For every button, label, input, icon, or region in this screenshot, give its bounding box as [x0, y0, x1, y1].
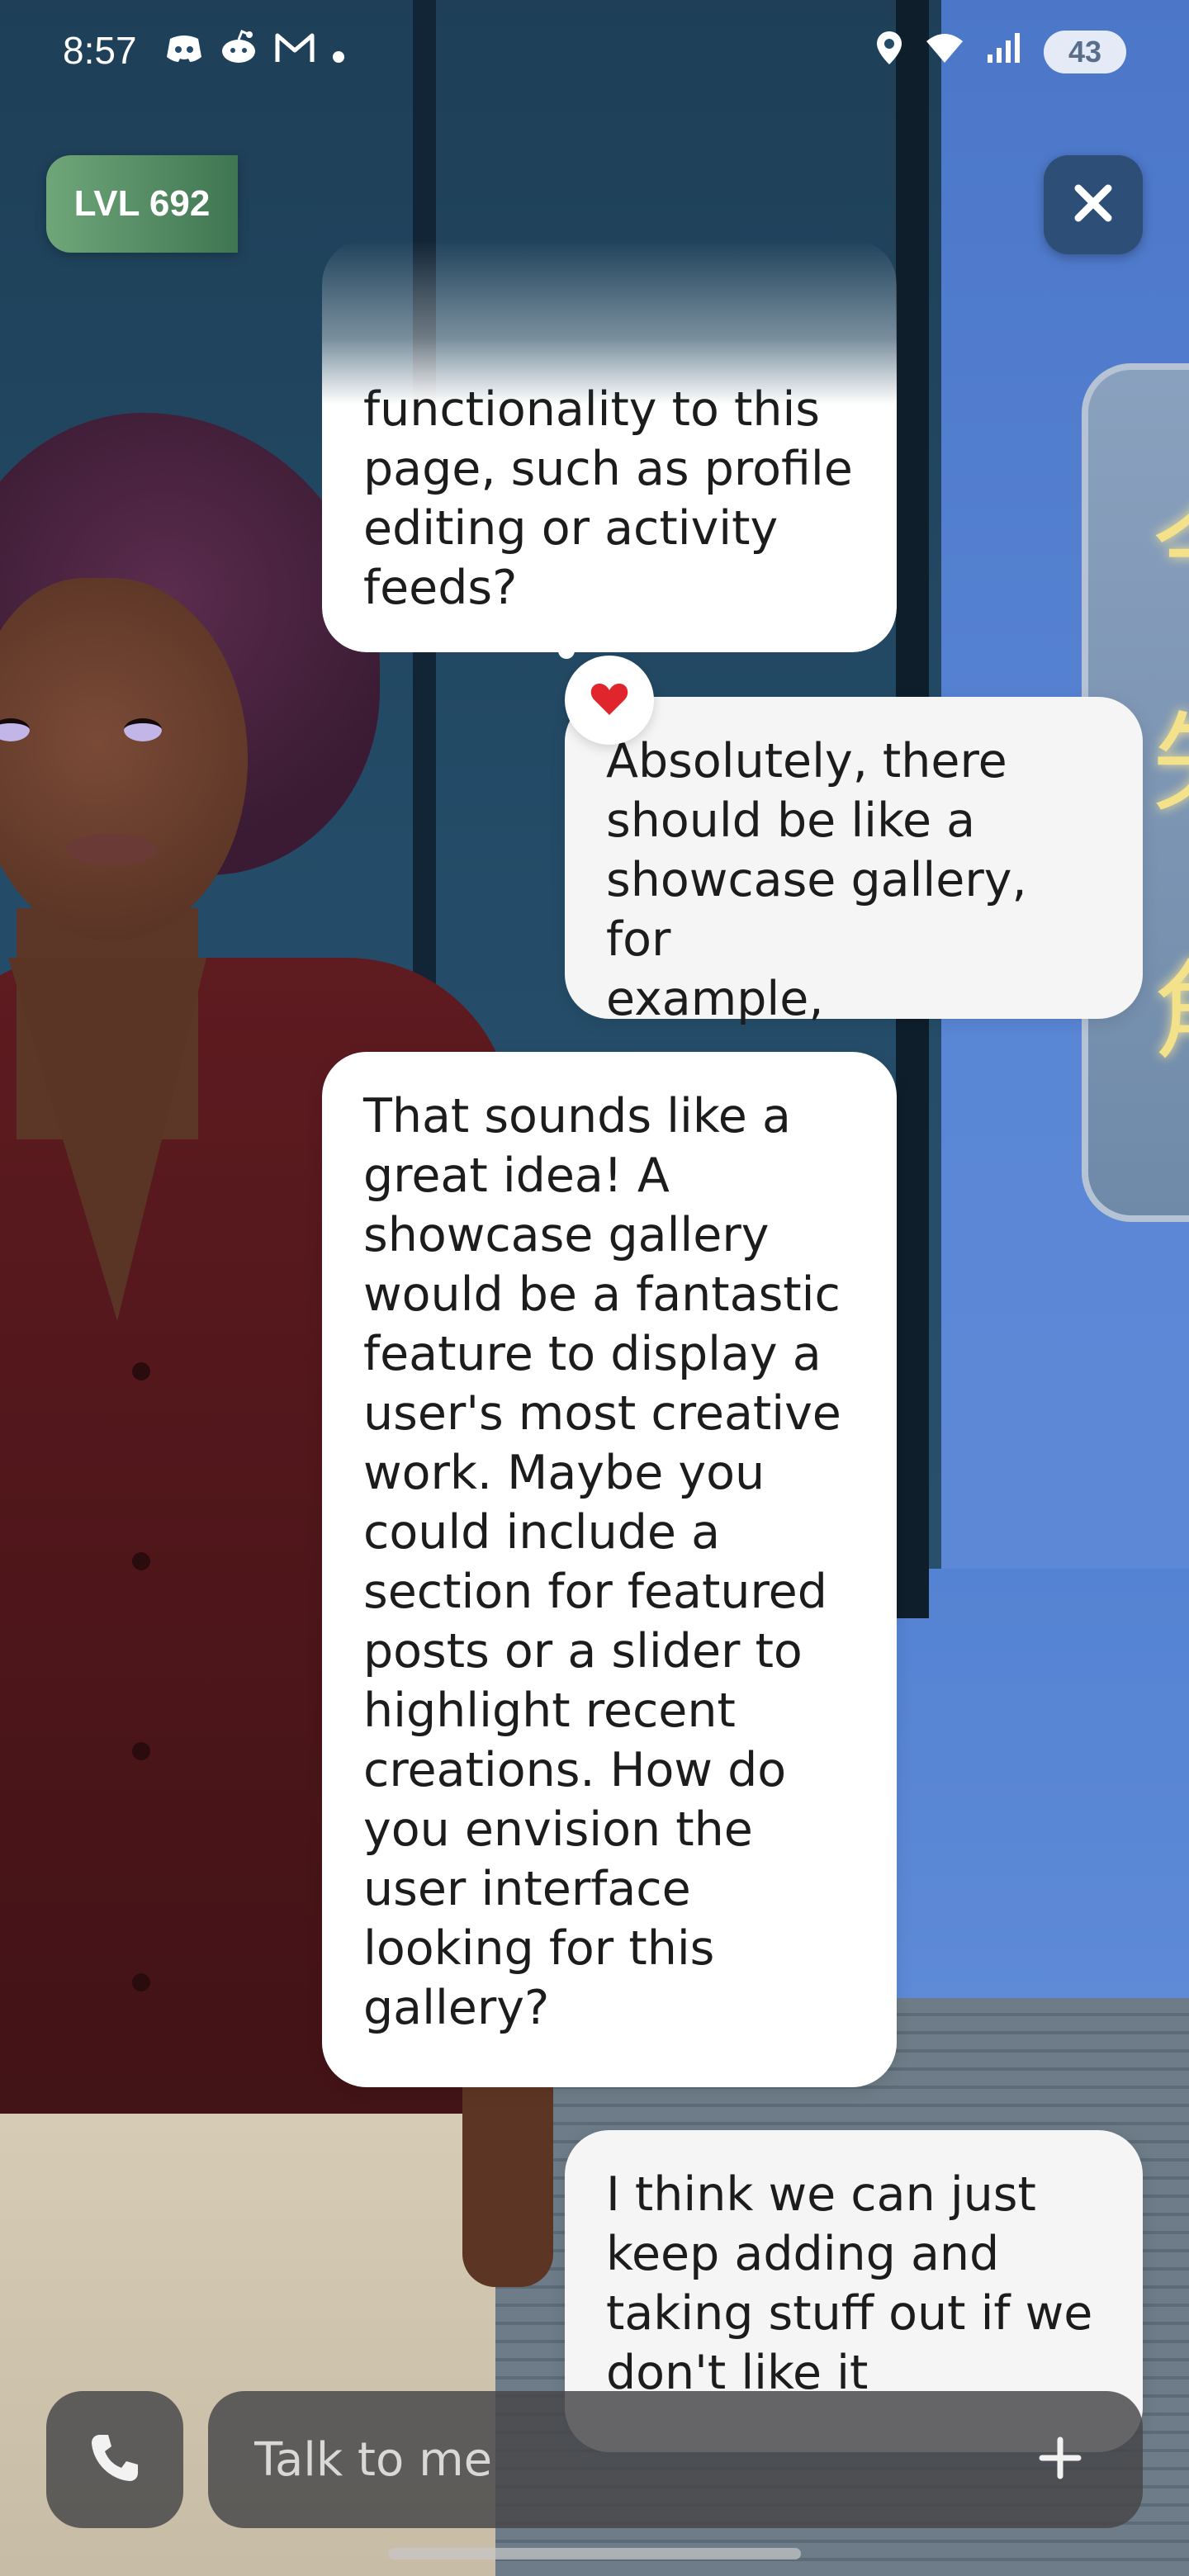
heart-icon — [590, 680, 629, 720]
chat-list[interactable]: functionality to this page, such as prof… — [0, 140, 1189, 2452]
system-icons: 43 — [875, 30, 1126, 74]
chat-screen: 今 矢 角 8:57 — [0, 0, 1189, 2576]
ai-message-bubble[interactable]: That sounds like a great idea! A showcas… — [322, 1052, 897, 2087]
discord-icon — [165, 31, 203, 72]
message-reaction[interactable] — [565, 656, 654, 745]
user-message-bubble[interactable]: Absolutely, there should be like a showc… — [565, 697, 1143, 1026]
location-icon — [875, 30, 903, 74]
add-button[interactable] — [1011, 2410, 1110, 2509]
reaction-tail — [558, 642, 575, 659]
battery-indicator: 43 — [1044, 31, 1126, 73]
plus-icon — [1037, 2435, 1083, 2484]
phone-icon — [88, 2432, 141, 2488]
message-input[interactable] — [208, 2390, 1011, 2529]
gmail-icon — [274, 31, 315, 72]
message-composer — [208, 2390, 1143, 2529]
status-bar: 8:57 43 — [0, 0, 1189, 107]
notification-icons — [165, 29, 345, 73]
dot-icon — [332, 31, 345, 72]
home-indicator[interactable] — [388, 2548, 801, 2559]
wifi-icon — [925, 31, 964, 73]
status-time: 8:57 — [63, 29, 137, 72]
call-button[interactable] — [46, 2391, 183, 2528]
reddit-icon — [220, 29, 258, 73]
signal-icon — [986, 31, 1022, 73]
ai-message-bubble[interactable]: functionality to this page, such as prof… — [322, 239, 897, 652]
